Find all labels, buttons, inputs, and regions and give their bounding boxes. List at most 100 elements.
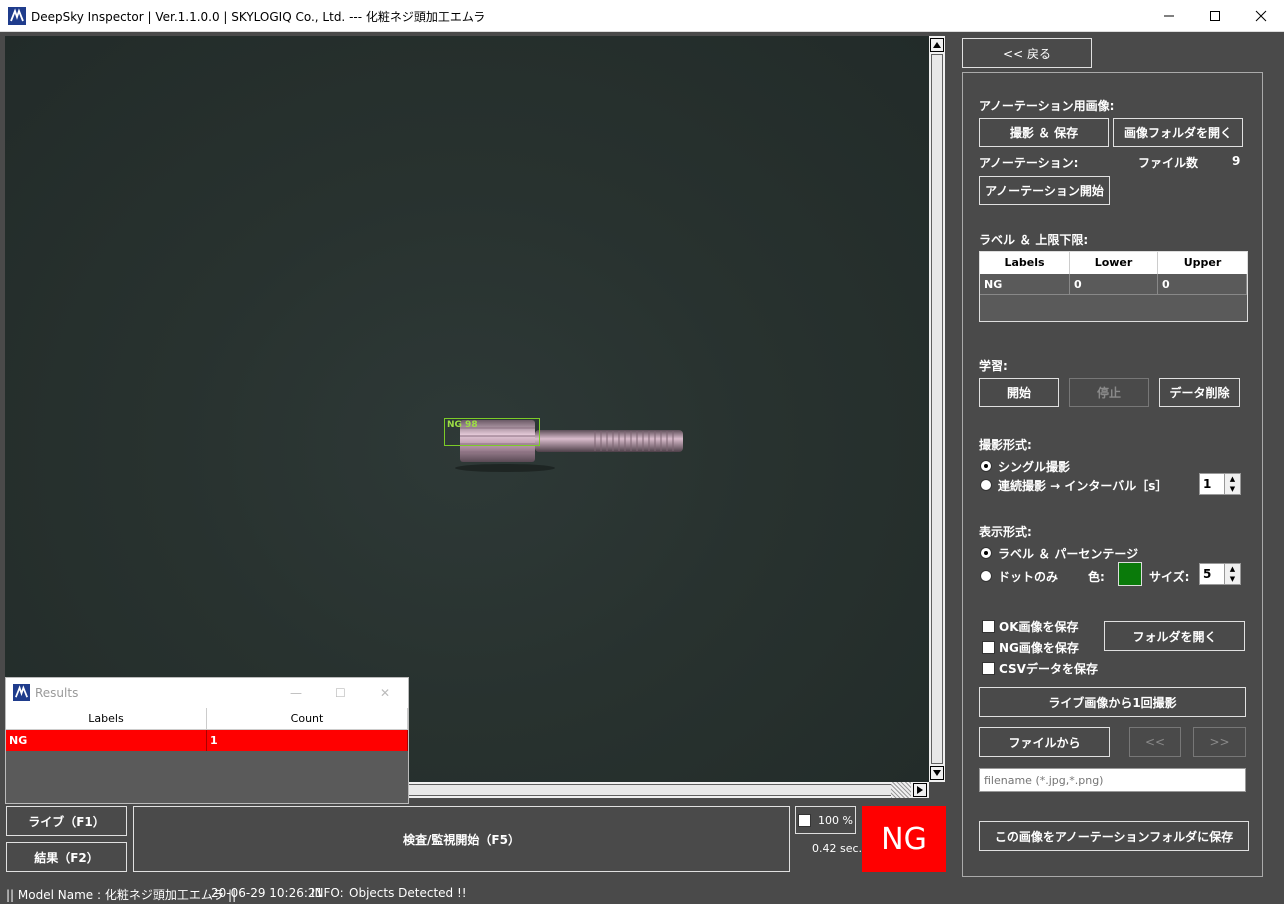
scroll-down-icon[interactable] (930, 766, 944, 780)
open-image-folder-button[interactable]: 画像フォルダを開く (1113, 118, 1243, 147)
label-percentage-label: ラベル ＆ パーセンテージ (998, 547, 1139, 561)
zoom-toggle[interactable]: 100 % (795, 806, 856, 834)
delete-data-button[interactable]: データ削除 (1159, 378, 1240, 407)
resize-grip[interactable] (891, 782, 911, 798)
annotation-image-label: アノーテーション用画像: (979, 99, 1115, 113)
status-info-label: INFO: (311, 886, 344, 900)
save-to-annotation-button[interactable]: この画像をアノーテーションフォルダに保存 (979, 821, 1249, 851)
minimize-icon (1164, 15, 1174, 17)
zoom-label: 100 % (818, 814, 853, 827)
filename-input[interactable] (979, 768, 1246, 792)
dot-color-swatch[interactable] (1118, 562, 1142, 586)
save-ng-checkbox[interactable] (982, 641, 995, 654)
capture-once-button[interactable]: ライブ画像から1回撮影 (979, 687, 1246, 717)
label-cell-lower[interactable]: 0 (1070, 274, 1158, 294)
annotation-label: アノーテーション: (979, 156, 1079, 170)
label-header-labels: Labels (980, 252, 1070, 274)
label-percentage-radio[interactable] (980, 547, 992, 559)
dots-only-radio[interactable] (980, 570, 992, 582)
single-capture-label: シングル撮影 (998, 460, 1071, 474)
interval-value: 1 (1203, 477, 1212, 491)
title-bar: DeepSky Inspector | Ver.1.1.0.0 | SKYLOG… (0, 0, 1284, 32)
results-header-count: Count (207, 708, 408, 729)
stepper-up-icon[interactable]: ▲ (1225, 474, 1240, 484)
table-row[interactable]: NG 1 (6, 730, 408, 751)
results-maximize-icon[interactable]: ☐ (335, 686, 346, 700)
save-ok-label: OK画像を保存 (999, 620, 1079, 634)
label-header-lower: Lower (1070, 252, 1158, 274)
annotation-start-button[interactable]: アノーテーション開始 (979, 176, 1110, 205)
prev-file-button[interactable]: << (1129, 727, 1181, 757)
window-title: DeepSky Inspector | Ver.1.1.0.0 | SKYLOG… (31, 10, 486, 24)
status-info-text: Objects Detected !! (349, 886, 467, 900)
label-cell-name: NG (980, 274, 1070, 294)
size-label: サイズ: (1149, 570, 1190, 584)
display-mode-label: 表示形式: (979, 525, 1032, 539)
close-button[interactable] (1238, 0, 1284, 32)
maximize-button[interactable] (1192, 0, 1238, 32)
label-limits-table[interactable]: Labels Lower Upper NG 0 0 (979, 251, 1248, 322)
label-header-upper: Upper (1183, 256, 1222, 269)
save-csv-label: CSVデータを保存 (999, 662, 1098, 676)
file-count-value: 9 (1232, 154, 1241, 168)
results-cell-count: 1 (207, 730, 408, 751)
label-table-header: Labels Lower Upper (980, 252, 1247, 274)
camera-view[interactable]: NG 98 (5, 36, 929, 782)
detection-label: NG 98 (447, 420, 478, 430)
results-close-icon[interactable]: ✕ (380, 686, 390, 700)
scroll-up-icon[interactable] (930, 38, 944, 52)
interval-stepper[interactable]: 1 ▲ ▼ (1199, 473, 1241, 495)
file-count-label: ファイル数 (1138, 156, 1199, 170)
close-icon (1255, 10, 1267, 22)
vertical-scroll-thumb[interactable] (931, 54, 943, 764)
results-cell-label: NG (6, 730, 207, 751)
continuous-capture-label: 連続撮影 → インターバル［s］ (998, 479, 1168, 493)
capture-mode-label: 撮影形式: (979, 438, 1032, 452)
capture-save-button[interactable]: 撮影 ＆ 保存 (979, 118, 1109, 147)
size-value: 5 (1203, 567, 1212, 581)
results-logo-icon (13, 684, 30, 701)
stepper-down-icon[interactable]: ▼ (1225, 574, 1240, 584)
table-row[interactable]: NG 0 0 (980, 274, 1247, 295)
results-table-header: Labels Count (6, 708, 408, 730)
continuous-capture-radio[interactable] (980, 479, 992, 491)
label-limits-label: ラベル ＆ 上限下限: (979, 233, 1089, 247)
status-model: || Model Name : 化粧ネジ頭加工エムラ || (6, 888, 237, 902)
results-title: Results (35, 686, 79, 700)
minimize-button[interactable] (1146, 0, 1192, 32)
scroll-right-icon[interactable] (913, 783, 927, 797)
open-folder-button[interactable]: フォルダを開く (1104, 621, 1245, 651)
results-window: Results — ☐ ✕ Labels Count NG 1 (5, 677, 409, 804)
from-file-button[interactable]: ファイルから (979, 727, 1110, 757)
camera-vertical-scrollbar[interactable] (929, 36, 945, 782)
save-csv-checkbox[interactable] (982, 662, 995, 675)
status-bar: || Model Name : 化粧ネジ頭加工エムラ || 20-06-29 1… (0, 882, 1284, 904)
status-datetime: 20-06-29 10:26:21 (211, 886, 324, 900)
app-logo-icon (8, 7, 26, 25)
learning-start-button[interactable]: 開始 (979, 378, 1059, 407)
result-button[interactable]: 結果（F2） (6, 842, 127, 872)
maximize-icon (1210, 11, 1220, 21)
elapsed-time: 0.42 sec. (812, 842, 863, 855)
horizontal-scroll-thumb[interactable] (405, 784, 895, 796)
learning-label: 学習: (979, 359, 1008, 373)
next-file-button[interactable]: >> (1193, 727, 1246, 757)
results-minimize-icon[interactable]: — (290, 686, 302, 700)
learning-stop-button[interactable]: 停止 (1069, 378, 1149, 407)
single-capture-radio[interactable] (980, 460, 992, 472)
inspect-start-button[interactable]: 検査/監視開始（F5） (133, 806, 790, 872)
save-ng-label: NG画像を保存 (999, 641, 1079, 655)
label-cell-upper[interactable]: 0 (1158, 274, 1247, 294)
size-stepper[interactable]: 5 ▲ ▼ (1199, 563, 1241, 585)
zoom-checkbox[interactable] (798, 814, 811, 827)
back-button[interactable]: << 戻る (962, 38, 1092, 68)
stepper-up-icon[interactable]: ▲ (1225, 564, 1240, 574)
results-header-labels: Labels (6, 708, 207, 729)
live-button[interactable]: ライブ（F1） (6, 806, 127, 836)
results-title-bar[interactable]: Results — ☐ ✕ (6, 678, 408, 708)
color-label: 色: (1088, 570, 1105, 584)
save-ok-checkbox[interactable] (982, 620, 995, 633)
stepper-down-icon[interactable]: ▼ (1225, 484, 1240, 494)
verdict-badge: NG (862, 806, 946, 872)
dots-only-label: ドットのみ (998, 570, 1059, 584)
